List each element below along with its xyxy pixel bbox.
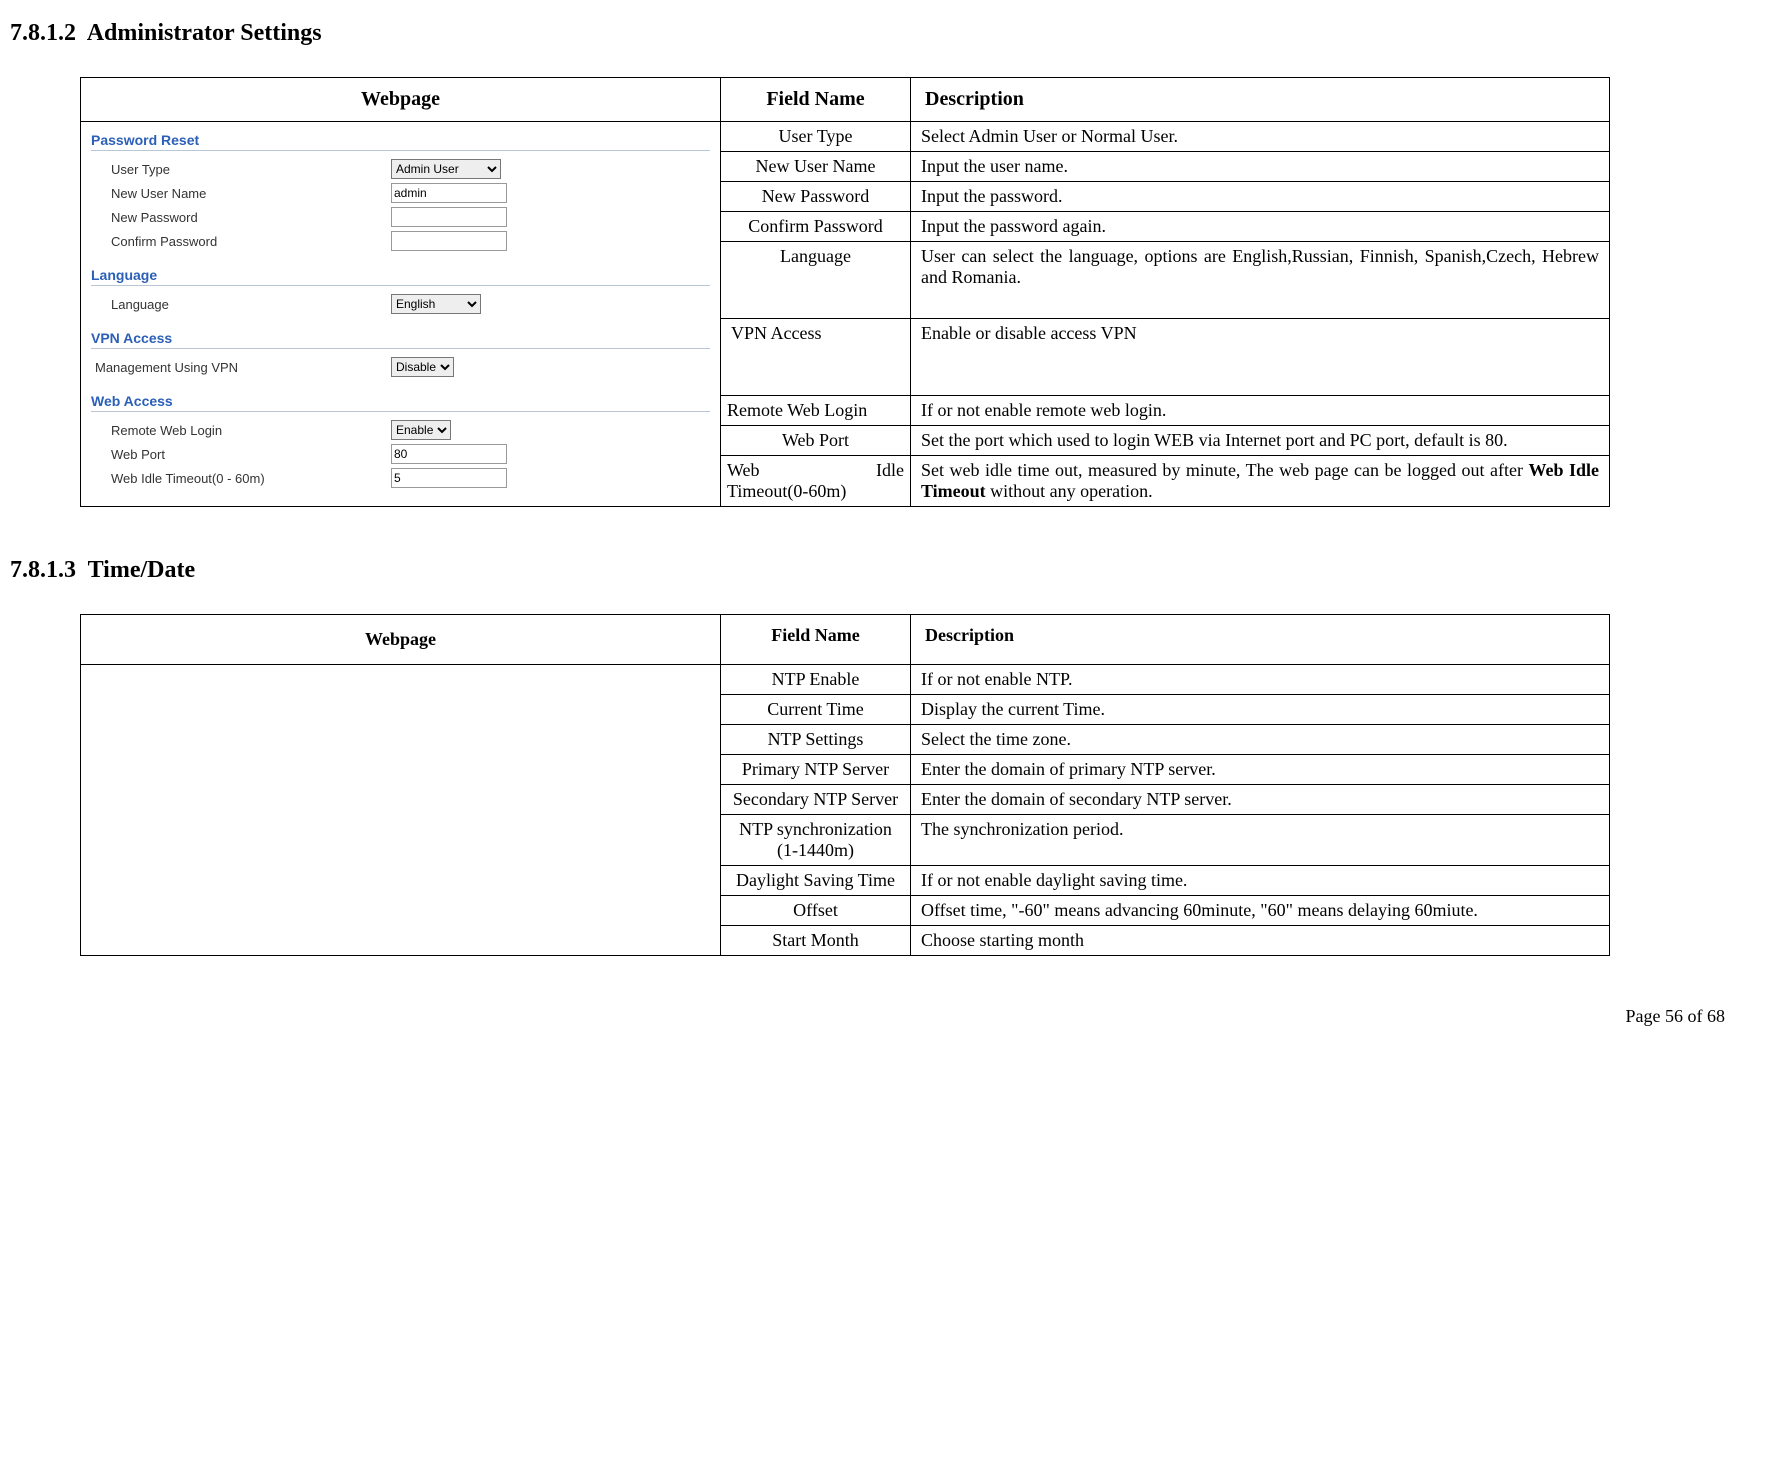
section-number: 7.8.1.3: [10, 557, 76, 583]
section-heading-admin-settings: 7.8.1.2 Administrator Settings: [10, 20, 1735, 47]
field-name-cell: User Type: [721, 122, 911, 152]
time-date-table: Webpage Field Name Description NTP Enabl…: [80, 614, 1610, 956]
label-confirm-password: Confirm Password: [111, 234, 391, 249]
section-title: Time/Date: [88, 557, 196, 583]
table-header-row: Webpage Field Name Description: [81, 615, 1610, 665]
form-row-new-password: New Password: [91, 205, 710, 229]
new-password-input[interactable]: [391, 207, 507, 227]
field-name-cell: Offset: [721, 896, 911, 926]
panel-title: Password Reset: [91, 132, 710, 151]
description-cell: Display the current Time.: [911, 695, 1610, 725]
webpage-screenshot-cell: Password Reset User Type Admin User New …: [81, 122, 721, 507]
description-cell: Set the port which used to login WEB via…: [911, 426, 1610, 456]
field-name-cell: Current Time: [721, 695, 911, 725]
field-name-cell: Confirm Password: [721, 212, 911, 242]
th-field-name: Field Name: [721, 78, 911, 122]
description-cell: Select Admin User or Normal User.: [911, 122, 1610, 152]
form-row-language: Language English: [91, 292, 710, 316]
th-webpage: Webpage: [81, 78, 721, 122]
th-field-name: Field Name: [721, 615, 911, 665]
description-cell: User can select the language, options ar…: [911, 242, 1610, 319]
field-name-cell: Start Month: [721, 926, 911, 956]
description-cell: The synchronization period.: [911, 815, 1610, 866]
description-cell: If or not enable NTP.: [911, 665, 1610, 695]
desc-text-post: without any operation.: [986, 481, 1153, 501]
table-row: NTP Enable If or not enable NTP.: [81, 665, 1610, 695]
field-name-cell: Language: [721, 242, 911, 319]
field-name-cell: Web Idle Timeout(0-60m): [721, 456, 911, 507]
section-number: 7.8.1.2: [10, 20, 76, 46]
remote-login-select[interactable]: Enable: [391, 420, 451, 440]
webpage-screenshot-cell: [81, 665, 721, 956]
field-name-cell: Primary NTP Server: [721, 755, 911, 785]
vpn-access-panel: VPN Access Management Using VPN Disable: [91, 330, 710, 379]
panel-title: VPN Access: [91, 330, 710, 349]
section-heading-time-date: 7.8.1.3 Time/Date: [10, 557, 1735, 584]
label-vpn: Management Using VPN: [95, 360, 391, 375]
admin-settings-table: Webpage Field Name Description Password …: [80, 77, 1610, 507]
form-row-confirm-password: Confirm Password: [91, 229, 710, 253]
description-cell: Enter the domain of secondary NTP server…: [911, 785, 1610, 815]
description-cell: Input the password again.: [911, 212, 1610, 242]
field-name-cell: Daylight Saving Time: [721, 866, 911, 896]
table-row: Password Reset User Type Admin User New …: [81, 122, 1610, 152]
language-select[interactable]: English: [391, 294, 481, 314]
user-type-select[interactable]: Admin User: [391, 159, 501, 179]
field-name-cell: Secondary NTP Server: [721, 785, 911, 815]
label-user-type: User Type: [111, 162, 391, 177]
language-panel: Language Language English: [91, 267, 710, 316]
panel-title: Language: [91, 267, 710, 286]
field-name-cell: VPN Access: [721, 319, 911, 396]
field-name-cell: NTP Settings: [721, 725, 911, 755]
description-cell: If or not enable remote web login.: [911, 396, 1610, 426]
form-row-remote-login: Remote Web Login Enable: [91, 418, 710, 442]
field-text-line2: Timeout(0-60m): [727, 481, 904, 502]
label-new-user-name: New User Name: [111, 186, 391, 201]
field-name-cell: New Password: [721, 182, 911, 212]
form-row-user-type: User Type Admin User: [91, 157, 710, 181]
description-cell: Enable or disable access VPN: [911, 319, 1610, 396]
page-footer: Page 56 of 68: [10, 1006, 1725, 1027]
idle-timeout-input[interactable]: [391, 468, 507, 488]
field-name-cell: Web Port: [721, 426, 911, 456]
description-cell: Select the time zone.: [911, 725, 1610, 755]
field-text-right: Idle: [876, 460, 904, 481]
web-access-panel: Web Access Remote Web Login Enable Web P…: [91, 393, 710, 490]
table-header-row: Webpage Field Name Description: [81, 78, 1610, 122]
form-row-new-user-name: New User Name: [91, 181, 710, 205]
description-cell: Set web idle time out, measured by minut…: [911, 456, 1610, 507]
password-reset-panel: Password Reset User Type Admin User New …: [91, 132, 710, 253]
description-cell: Input the user name.: [911, 152, 1610, 182]
vpn-select[interactable]: Disable: [391, 357, 454, 377]
form-row-vpn: Management Using VPN Disable: [91, 355, 710, 379]
th-webpage: Webpage: [81, 615, 721, 665]
description-cell: If or not enable daylight saving time.: [911, 866, 1610, 896]
field-name-cell: NTP synchronization (1-1440m): [721, 815, 911, 866]
th-description: Description: [911, 78, 1610, 122]
panel-title: Web Access: [91, 393, 710, 412]
confirm-password-input[interactable]: [391, 231, 507, 251]
description-cell: Choose starting month: [911, 926, 1610, 956]
description-cell: Enter the domain of primary NTP server.: [911, 755, 1610, 785]
label-remote-login: Remote Web Login: [111, 423, 391, 438]
field-name-cell: New User Name: [721, 152, 911, 182]
label-web-port: Web Port: [111, 447, 391, 462]
web-port-input[interactable]: [391, 444, 507, 464]
field-name-cell: NTP Enable: [721, 665, 911, 695]
description-cell: Offset time, "-60" means advancing 60min…: [911, 896, 1610, 926]
label-language: Language: [111, 297, 391, 312]
field-text-left: Web: [727, 460, 760, 481]
th-description: Description: [911, 615, 1610, 665]
label-idle-timeout: Web Idle Timeout(0 - 60m): [111, 471, 391, 486]
label-new-password: New Password: [111, 210, 391, 225]
new-user-name-input[interactable]: [391, 183, 507, 203]
form-row-web-port: Web Port: [91, 442, 710, 466]
description-cell: Input the password.: [911, 182, 1610, 212]
field-name-cell: Remote Web Login: [721, 396, 911, 426]
form-row-idle-timeout: Web Idle Timeout(0 - 60m): [91, 466, 710, 490]
desc-text-pre: Set web idle time out, measured by minut…: [921, 460, 1528, 480]
section-title: Administrator Settings: [87, 20, 322, 46]
